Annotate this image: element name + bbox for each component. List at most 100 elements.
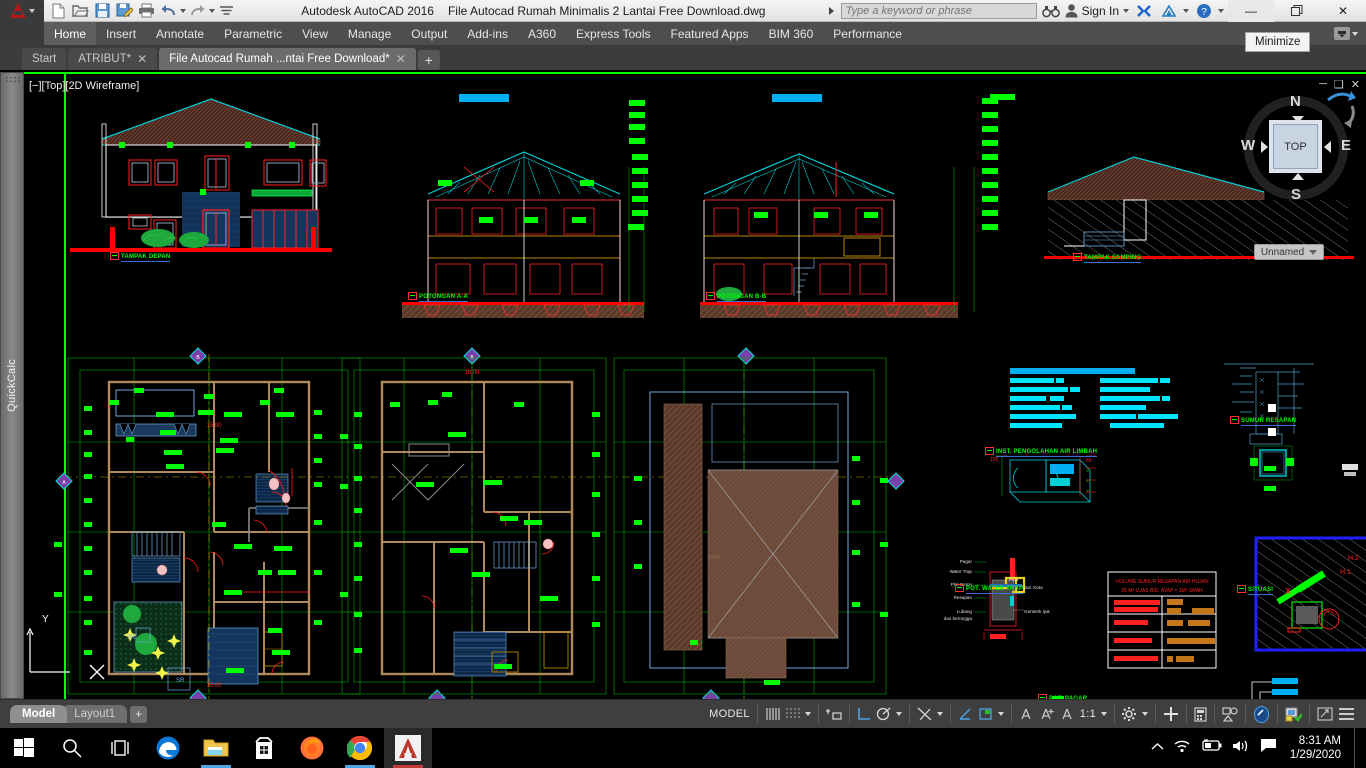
ribbon-minimize-icon[interactable] [1334,27,1350,40]
close-icon[interactable]: ✕ [396,52,406,66]
layout-tab-model[interactable]: Model [10,705,68,723]
tab-insert[interactable]: Insert [96,22,146,45]
viewcube-south-label[interactable]: S [1291,186,1301,203]
tab-performance[interactable]: Performance [823,22,912,45]
tab-view[interactable]: View [292,22,338,45]
redo-icon[interactable] [187,1,208,21]
annotation-visibility-icon[interactable] [978,707,993,721]
annotation-sync-icon[interactable] [1060,707,1075,721]
new-file-tab-button[interactable]: + [417,50,440,70]
calculator-icon[interactable] [1194,706,1207,722]
viewcube-east-label[interactable]: E [1341,137,1351,154]
share-dropdown-icon[interactable] [1183,8,1189,13]
viewcube-right-arrow-icon[interactable] [1324,141,1331,153]
store-button[interactable] [240,728,288,768]
volume-icon[interactable] [1231,739,1251,758]
tab-manage[interactable]: Manage [338,22,401,45]
file-tab-atribut[interactable]: ATRIBUT* ✕ [68,48,158,70]
viewcube-west-label[interactable]: W [1241,137,1255,154]
annotation-scale-label[interactable]: 1:1 [1080,708,1096,720]
autodesk-exchange-icon[interactable] [1133,1,1154,21]
binoculars-icon[interactable] [1041,2,1061,20]
tab-a360[interactable]: A360 [518,22,566,45]
chrome-button[interactable] [336,728,384,768]
annotation-scale-icon[interactable] [1019,707,1034,721]
tab-add-ins[interactable]: Add-ins [457,22,518,45]
redo-dropdown-icon[interactable] [209,8,215,13]
clock[interactable]: 8:31 AM 1/29/2020 [1286,734,1345,762]
tab-bim-360[interactable]: BIM 360 [759,22,824,45]
firefox-button[interactable] [288,728,336,768]
model-space-group[interactable]: MODEL [702,704,757,724]
application-menu-button[interactable] [0,0,44,22]
plot-icon[interactable] [136,1,157,21]
close-button[interactable]: ✕ [1320,0,1366,22]
quickcalc-panel[interactable]: QuickCalc [0,72,24,699]
scale-dropdown-icon[interactable] [1101,712,1107,716]
polar-dropdown-icon[interactable] [895,712,902,716]
ucs-dropdown[interactable]: Unnamed [1254,244,1324,260]
clean-screen-icon[interactable] [1285,706,1302,722]
panel-grip-icon[interactable] [5,76,21,83]
view-cube[interactable]: N S E W TOP [1240,91,1356,204]
battery-charging-icon[interactable] [1200,739,1222,757]
polar-tracking-icon[interactable] [876,707,891,721]
tab-featured-apps[interactable]: Featured Apps [661,22,759,45]
action-center-icon[interactable] [1260,738,1277,758]
file-explorer-button[interactable] [192,728,240,768]
minimize-button[interactable]: — [1228,0,1274,22]
start-button[interactable] [0,728,48,768]
new-layout-button[interactable]: + [130,705,148,723]
tab-output[interactable]: Output [401,22,457,45]
viewcube-up-arrow-icon[interactable] [1292,116,1304,123]
isolate-objects-icon[interactable] [1222,706,1238,722]
show-hidden-icons-icon[interactable] [1151,739,1164,757]
snap-dropdown-icon[interactable] [804,712,811,716]
new-icon[interactable] [48,1,69,21]
qat-more-icon[interactable] [216,1,237,21]
viewcube-north-label[interactable]: N [1290,93,1301,110]
drawing-canvas[interactable]: [−][Top][2D Wireframe] ─ ❑ ✕ 15.00 15.00… [24,72,1366,699]
space-label[interactable]: MODEL [709,708,750,720]
undo-icon[interactable] [158,1,179,21]
sign-in-dropdown-icon[interactable] [1123,8,1129,13]
edge-button[interactable] [144,728,192,768]
search-expand-icon[interactable] [828,6,834,15]
workspace-dropdown-icon[interactable] [997,712,1004,716]
annotation-add-icon[interactable] [1039,707,1055,721]
layout-tab-layout1[interactable]: Layout1 [62,705,128,723]
viewcube-face[interactable]: TOP [1273,124,1318,169]
save-icon[interactable] [92,1,113,21]
tab-parametric[interactable]: Parametric [214,22,292,45]
autodesk-share-icon[interactable] [1158,1,1179,21]
search-button[interactable] [48,728,96,768]
add-icon[interactable] [1163,706,1179,722]
maximize-restore-button[interactable] [1274,0,1320,22]
file-tab-rumah-minimalis[interactable]: File Autocad Rumah ...ntai Free Download… [159,48,416,70]
settings-gear-icon[interactable] [1122,707,1137,721]
close-icon[interactable]: ✕ [137,52,147,66]
tab-express-tools[interactable]: Express Tools [566,22,660,45]
isometric-drafting-icon[interactable] [958,707,973,721]
task-view-button[interactable] [96,728,144,768]
customization-icon[interactable] [1317,707,1333,721]
autocad-button[interactable] [384,728,432,768]
osnap-dropdown-icon[interactable] [936,712,943,716]
dynamic-input-icon[interactable] [825,707,842,721]
grid-display-icon[interactable] [765,707,780,721]
undo-dropdown-icon[interactable] [180,8,186,13]
search-input[interactable]: Type a keyword or phrase [840,2,1037,19]
graphics-performance-icon[interactable] [1253,705,1270,723]
hamburger-icon[interactable] [1338,707,1355,721]
help-dropdown-icon[interactable] [1218,8,1224,13]
tab-annotate[interactable]: Annotate [146,22,214,45]
object-snap-icon[interactable] [917,707,932,721]
settings-dropdown-icon[interactable] [1142,712,1148,716]
snap-mode-icon[interactable] [785,707,800,721]
open-icon[interactable] [70,1,91,21]
wifi-icon[interactable] [1173,739,1191,758]
file-tab-start[interactable]: Start [22,48,67,70]
tab-home[interactable]: Home [44,22,97,45]
show-desktop-button[interactable] [1354,728,1360,768]
ribbon-options-dropdown-icon[interactable] [1352,31,1358,36]
